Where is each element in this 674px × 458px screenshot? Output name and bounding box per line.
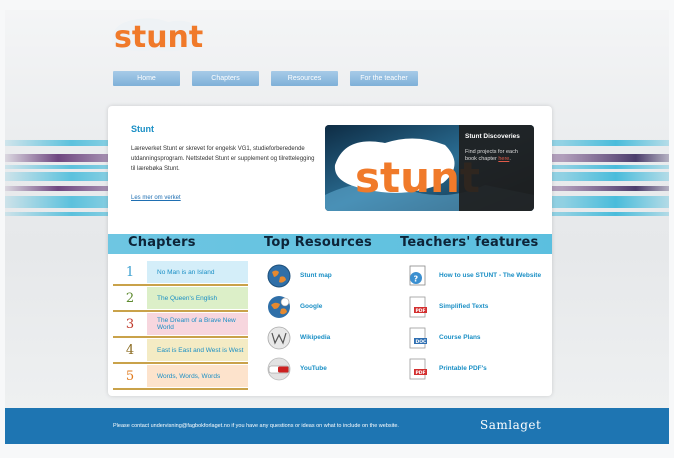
resource-label: Stunt map — [300, 272, 332, 279]
chapter-title: East is East and West is West — [147, 339, 248, 361]
teacher-how-to-use[interactable]: ? How to use STUNT - The Website — [405, 260, 541, 291]
chapter-item[interactable]: 1 No Man is an Island — [113, 260, 248, 286]
main-nav: Home Chapters Resources For the teacher — [113, 71, 418, 86]
nav-chapters-button[interactable]: Chapters — [192, 71, 259, 86]
pdf-icon: PDF — [409, 296, 427, 317]
svg-text:?: ? — [414, 274, 419, 283]
chapter-item[interactable]: 3 The Dream of a Brave New World — [113, 312, 248, 338]
chapter-item[interactable]: 4 East is East and West is West — [113, 338, 248, 364]
teacher-label: How to use STUNT - The Website — [439, 272, 542, 279]
resource-wikipedia[interactable]: Wikipedia — [266, 322, 332, 353]
youtube-icon — [267, 357, 291, 380]
samlaget-logo[interactable]: Samlaget — [480, 418, 541, 432]
teacher-course-plans[interactable]: DOC Course Plans — [405, 322, 541, 353]
teachers-list: ? How to use STUNT - The Website PDF Sim… — [405, 260, 541, 384]
intro-text: Læreverket Stunt er skrevet for engelsk … — [131, 146, 315, 172]
globe-icon — [267, 264, 291, 287]
teacher-label: Printable PDF's — [439, 365, 487, 372]
resource-label: Wikipedia — [300, 334, 331, 341]
resources-list: Stunt map Google Wikipedia YouTube — [266, 260, 332, 384]
chapter-number: 3 — [125, 316, 135, 332]
resource-label: Google — [300, 303, 323, 310]
banner-caption: Stunt Discoveries Find projects for each… — [459, 125, 534, 211]
banner-here-link[interactable]: here — [498, 156, 509, 162]
resource-youtube[interactable]: YouTube — [266, 353, 332, 384]
google-globe-icon — [268, 295, 290, 318]
nav-resources-button[interactable]: Resources — [271, 71, 338, 86]
svg-text:DOC: DOC — [416, 339, 428, 345]
chapter-number: 1 — [125, 264, 135, 280]
banner-description: Find projects for each book chapter here… — [465, 149, 518, 162]
stunt-discoveries-banner[interactable]: stunt Stunt Discoveries Find projects fo… — [325, 125, 534, 211]
nav-home-button[interactable]: Home — [113, 71, 180, 86]
chapter-item[interactable]: 2 The Queen's English — [113, 286, 248, 312]
svg-text:PDF: PDF — [416, 308, 426, 314]
svg-text:PDF: PDF — [416, 370, 426, 376]
read-more-link[interactable]: Les mer om verket — [131, 195, 181, 201]
teachers-heading: Teachers' features — [400, 235, 539, 250]
content-card: Stunt Læreverket Stunt er skrevet for en… — [108, 106, 552, 396]
doc-icon: DOC — [409, 327, 428, 348]
svg-text:stunt: stunt — [114, 20, 203, 55]
chapter-item[interactable]: 5 Words, Words, Words — [113, 364, 248, 390]
resources-heading: Top Resources — [264, 235, 372, 250]
chapter-title: The Queen's English — [147, 287, 248, 309]
chapters-list: 1 No Man is an Island 2 The Queen's Engl… — [113, 260, 248, 390]
resource-stunt-map[interactable]: Stunt map — [266, 260, 332, 291]
teacher-simplified-texts[interactable]: PDF Simplified Texts — [405, 291, 541, 322]
resource-label: YouTube — [300, 365, 327, 372]
resource-google[interactable]: Google — [266, 291, 332, 322]
footer: Please contact undervisning@fagbokforlag… — [5, 408, 669, 444]
banner-title: Stunt Discoveries — [465, 133, 520, 140]
chapter-number: 4 — [125, 342, 135, 358]
wikipedia-icon — [267, 326, 291, 349]
chapter-title: Words, Words, Words — [147, 365, 248, 387]
page: stunt Home Chapters Resources For the te… — [0, 0, 674, 458]
pdf-icon: PDF — [409, 358, 427, 379]
teacher-printable-pdfs[interactable]: PDF Printable PDF's — [405, 353, 541, 384]
chapter-number: 2 — [125, 290, 135, 306]
teacher-label: Course Plans — [439, 334, 481, 341]
footer-contact-text: Please contact undervisning@fagbokforlag… — [113, 423, 399, 429]
nav-teacher-button[interactable]: For the teacher — [350, 71, 418, 86]
teacher-label: Simplified Texts — [439, 303, 489, 310]
stunt-logo[interactable]: stunt — [108, 14, 203, 56]
chapter-title: The Dream of a Brave New World — [147, 313, 248, 335]
intro-title: Stunt — [131, 124, 154, 134]
chapter-title: No Man is an Island — [147, 261, 248, 283]
chapter-number: 5 — [125, 368, 135, 384]
help-document-icon: ? — [409, 265, 426, 285]
chapters-heading: Chapters — [128, 235, 196, 250]
